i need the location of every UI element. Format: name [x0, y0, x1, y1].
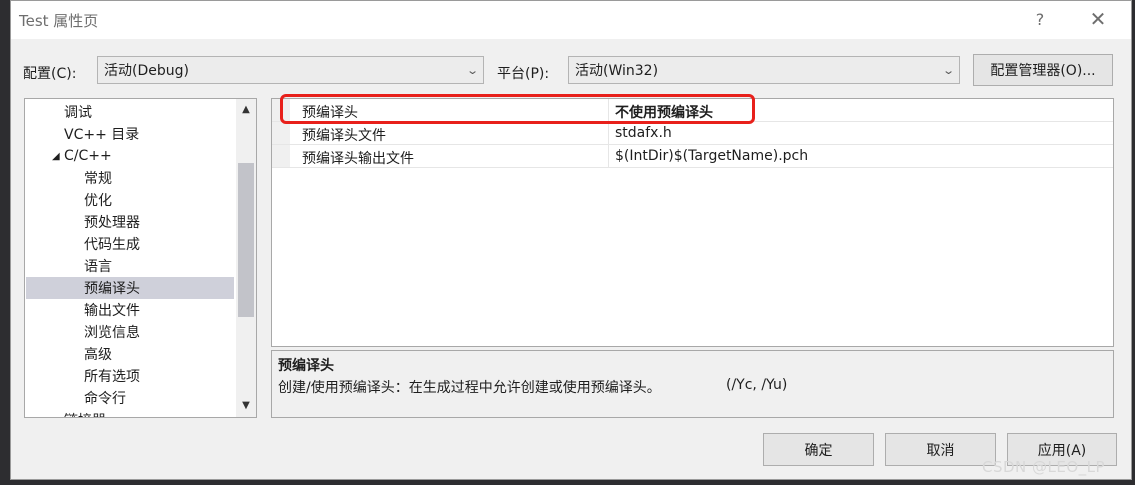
- row-gutter: [272, 122, 290, 144]
- description-options: (/Yc, /Yu): [726, 377, 788, 393]
- watermark-text: CSDN @LEO_LP: [982, 458, 1106, 476]
- configuration-dropdown[interactable]: 活动(Debug) ⌄: [97, 56, 484, 84]
- close-button[interactable]: ✕: [1083, 5, 1113, 33]
- scroll-thumb[interactable]: [238, 163, 254, 317]
- tree-item-label: 输出文件: [84, 303, 140, 319]
- tree-item-label: 预编译头: [84, 281, 140, 297]
- description-title: 预编译头: [278, 358, 334, 374]
- property-row[interactable]: 预编译头文件 stdafx.h: [272, 122, 1113, 145]
- property-value[interactable]: stdafx.h: [615, 125, 672, 141]
- chevron-down-icon: ⌄: [941, 63, 955, 77]
- property-name: 预编译头输出文件: [302, 151, 414, 167]
- column-divider: [608, 99, 609, 121]
- window-title: Test 属性页: [19, 12, 99, 30]
- tree-item-label: 浏览信息: [84, 325, 140, 341]
- tree-item[interactable]: 输出文件: [26, 299, 234, 321]
- tree-item-label: 预处理器: [84, 215, 140, 231]
- tree-item[interactable]: 语言: [26, 255, 234, 277]
- category-tree[interactable]: 调试 VC++ 目录 ◢ C/C++ 常规优化预处理器代码生成语言预编译头输出文件浏览信…: [24, 98, 257, 418]
- tree-item-label: 高级: [84, 347, 112, 363]
- tree-item[interactable]: 优化: [26, 189, 234, 211]
- platform-label: 平台(P):: [497, 66, 550, 82]
- tree-item[interactable]: VC++ 目录: [26, 123, 234, 145]
- tree-item[interactable]: 预编译头: [26, 277, 234, 299]
- configuration-label: 配置(C):: [23, 66, 77, 82]
- configuration-manager-button[interactable]: 配置管理器(O)...: [973, 54, 1113, 86]
- row-gutter: [272, 145, 290, 167]
- tree-item-label: 语言: [84, 259, 112, 275]
- cancel-button[interactable]: 取消: [885, 433, 996, 466]
- property-value[interactable]: 不使用预编译头: [615, 102, 713, 122]
- tree-scrollbar[interactable]: ▲ ▼: [236, 99, 256, 417]
- configuration-value: 活动(Debug): [104, 63, 189, 79]
- column-divider: [608, 145, 609, 167]
- property-name: 预编译头: [302, 105, 358, 121]
- tree-item[interactable]: 调试: [26, 101, 234, 123]
- tree-item[interactable]: 高级: [26, 343, 234, 365]
- tree-item[interactable]: 预处理器: [26, 211, 234, 233]
- tree-item[interactable]: 代码生成: [26, 233, 234, 255]
- expander-icon[interactable]: ◢: [52, 151, 60, 162]
- column-divider: [608, 122, 609, 144]
- scroll-up-icon[interactable]: ▲: [236, 99, 256, 119]
- property-row[interactable]: 预编译头 不使用预编译头: [272, 99, 1113, 122]
- title-bar: Test 属性页 ? ✕: [11, 1, 1131, 39]
- scroll-down-icon[interactable]: ▼: [236, 395, 256, 415]
- tree-item-label: 代码生成: [84, 237, 140, 253]
- ok-button[interactable]: 确定: [763, 433, 874, 466]
- chevron-down-icon: ⌄: [465, 63, 479, 77]
- tree-item-label: 所有选项: [84, 369, 140, 385]
- tree-item[interactable]: ▸ 链接器: [26, 409, 234, 418]
- tree-item-label: C/C++: [64, 148, 112, 164]
- tree-item-label: 常规: [84, 171, 112, 187]
- description-text: 创建/使用预编译头：在生成过程中允许创建或使用预编译头。: [278, 380, 661, 396]
- tree-item[interactable]: 常规: [26, 167, 234, 189]
- tree-item[interactable]: 所有选项: [26, 365, 234, 387]
- property-name: 预编译头文件: [302, 128, 386, 144]
- tree-item-label: VC++ 目录: [64, 127, 140, 143]
- help-button[interactable]: ?: [1025, 5, 1055, 33]
- property-row[interactable]: 预编译头输出文件 $(IntDir)$(TargetName).pch: [272, 145, 1113, 168]
- property-grid: 预编译头 不使用预编译头预编译头文件 stdafx.h 预编译头输出文件 $(IntDi…: [271, 98, 1114, 347]
- tree-item[interactable]: 浏览信息: [26, 321, 234, 343]
- platform-value: 活动(Win32): [575, 63, 659, 79]
- expander-icon[interactable]: ▸: [52, 415, 57, 418]
- description-panel: 预编译头 创建/使用预编译头：在生成过程中允许创建或使用预编译头。 (/Yc, …: [271, 350, 1114, 418]
- tree-item-label: 命令行: [84, 391, 126, 407]
- tree-item-label: 链接器: [64, 410, 106, 417]
- property-pages-dialog: Test 属性页 ? ✕ 配置(C): 活动(Debug) ⌄ 平台(P): 活…: [10, 0, 1132, 480]
- row-gutter: [272, 99, 290, 121]
- tree-item[interactable]: ◢ C/C++: [26, 145, 234, 167]
- tree-item-label: 优化: [84, 193, 112, 209]
- platform-dropdown[interactable]: 活动(Win32) ⌄: [568, 56, 960, 84]
- tree-item-label: 调试: [64, 105, 92, 121]
- property-value[interactable]: $(IntDir)$(TargetName).pch: [615, 148, 808, 164]
- tree-item[interactable]: 命令行: [26, 387, 234, 409]
